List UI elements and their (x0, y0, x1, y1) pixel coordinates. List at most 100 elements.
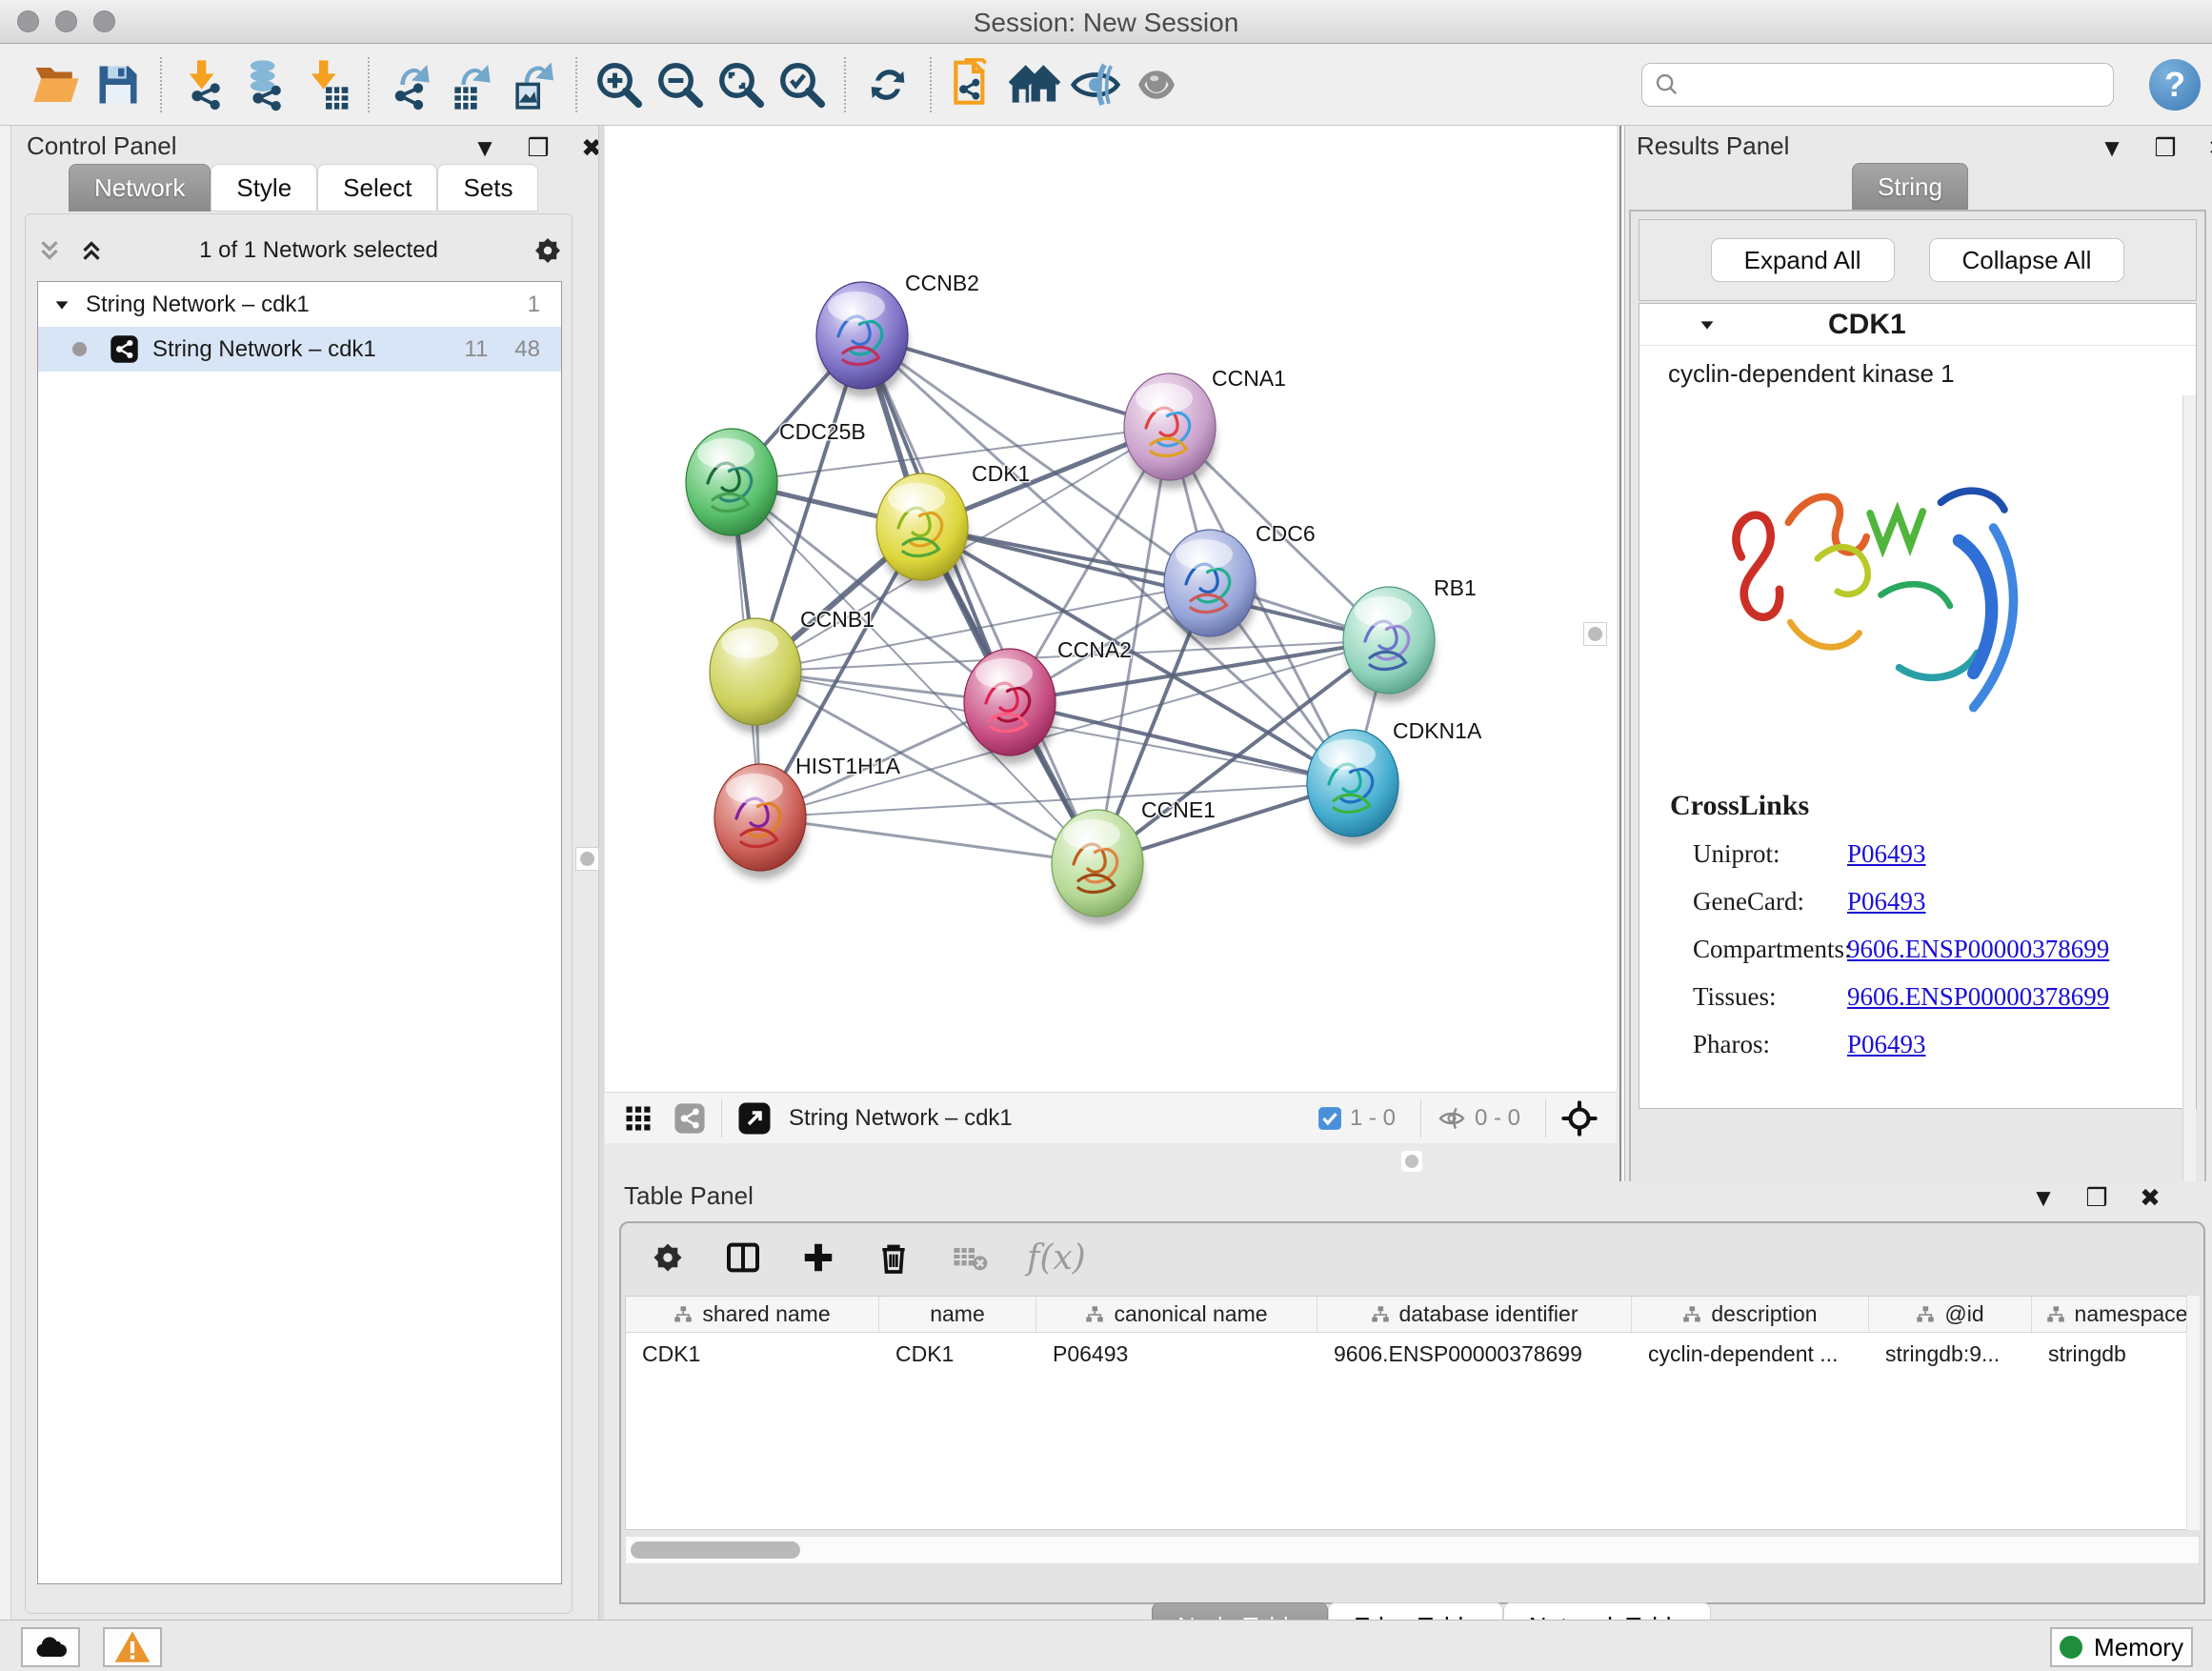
table-vertical-scrollbar[interactable] (2186, 1296, 2200, 1530)
zoom-in-button[interactable] (589, 54, 650, 115)
table-panel-close-button[interactable]: ✖ (2136, 1183, 2164, 1212)
column-header-name[interactable]: name (879, 1297, 1036, 1332)
protein-entry-header[interactable]: CDK1 (1639, 304, 2196, 346)
network-node-CDC6[interactable]: CDC6 (1164, 521, 1316, 645)
hide-selected-button[interactable] (1065, 54, 1126, 115)
table-cell[interactable]: CDK1 (626, 1333, 879, 1375)
tab-network[interactable]: Network (69, 164, 211, 211)
table-cell[interactable]: 9606.ENSP00000378699 (1317, 1333, 1632, 1375)
import-network-file-button[interactable] (173, 54, 234, 115)
scrollbar-thumb[interactable] (631, 1541, 800, 1559)
table-cell[interactable]: stringdb (2032, 1333, 2200, 1375)
network-node-CCNB1[interactable]: CCNB1 (710, 607, 875, 734)
network-row[interactable]: String Network – cdk1 11 48 (38, 327, 561, 372)
network-edge[interactable] (1010, 702, 1353, 783)
export-table-button[interactable] (442, 54, 503, 115)
column-header-canonical-name[interactable]: canonical name (1036, 1297, 1317, 1332)
network-edge[interactable] (760, 817, 1097, 863)
open-session-button[interactable] (27, 54, 88, 115)
results-scrollbar[interactable] (2182, 395, 2196, 1201)
table-row[interactable]: CDK1CDK1P064939606.ENSP00000378699cyclin… (626, 1333, 2199, 1375)
help-button[interactable]: ? (2149, 59, 2201, 111)
entry-disclosure-triangle-icon[interactable] (1697, 314, 1718, 335)
crosslink-link[interactable]: 9606.ENSP00000378699 (1847, 935, 2109, 964)
add-column-icon[interactable] (800, 1239, 836, 1276)
table-cell[interactable]: stringdb:9... (1869, 1333, 2032, 1375)
crosslink-link[interactable]: P06493 (1847, 839, 1926, 869)
search-field[interactable] (1641, 63, 2114, 107)
tab-select[interactable]: Select (317, 164, 437, 211)
network-node-RB1[interactable]: RB1 (1343, 575, 1477, 702)
export-image-button[interactable] (503, 54, 564, 115)
control-panel-float-button[interactable]: ▼ (471, 133, 499, 162)
network-node-CCNE1[interactable]: CCNE1 (1052, 797, 1216, 925)
crosslink-link[interactable]: P06493 (1847, 1030, 1926, 1059)
network-edge[interactable] (862, 335, 1097, 863)
home-layout-button[interactable] (1004, 54, 1065, 115)
birdseye-navigator-icon[interactable] (1561, 1100, 1598, 1137)
export-network-button[interactable] (381, 54, 442, 115)
warnings-button[interactable] (103, 1627, 162, 1667)
tab-sets[interactable]: Sets (437, 164, 538, 211)
search-input[interactable] (1680, 67, 2113, 103)
save-session-button[interactable] (88, 54, 149, 115)
selected-checkbox-icon[interactable] (1317, 1106, 1342, 1131)
network-collection-row[interactable]: String Network – cdk1 1 (38, 282, 561, 327)
cloud-status-button[interactable] (21, 1627, 80, 1667)
crosslink-link[interactable]: P06493 (1847, 887, 1926, 916)
network-node-HIST1H1A[interactable]: HIST1H1A (714, 754, 901, 879)
crosslink-link[interactable]: 9606.ENSP00000378699 (1847, 982, 2109, 1012)
results-panel-close-button[interactable]: ✖ (2204, 133, 2212, 162)
detach-view-icon[interactable] (737, 1101, 772, 1136)
horizontal-splitter-handle[interactable] (1401, 1151, 1422, 1172)
column-header-description[interactable]: description (1632, 1297, 1869, 1332)
clone-network-button[interactable] (943, 54, 1004, 115)
import-network-database-button[interactable] (234, 54, 295, 115)
results-panel-float-button[interactable]: ▼ (2098, 133, 2126, 162)
show-columns-icon[interactable] (724, 1238, 762, 1277)
network-node-CDC25B[interactable]: CDC25B (686, 419, 866, 544)
table-panel-maximize-button[interactable]: ❒ (2082, 1183, 2111, 1212)
table-panel-float-button[interactable]: ▼ (2029, 1183, 2058, 1212)
import-table-file-button[interactable] (295, 54, 356, 115)
network-edge[interactable] (862, 335, 1170, 427)
left-splitter[interactable] (598, 126, 604, 1620)
grid-view-icon[interactable] (624, 1104, 653, 1133)
network-node-CDK1[interactable]: CDK1 (876, 461, 1030, 589)
network-node-CCNA1[interactable]: CCNA1 (1124, 366, 1286, 489)
network-options-gear-icon[interactable] (532, 234, 564, 267)
network-node-CCNB2[interactable]: CCNB2 (816, 271, 979, 397)
collapse-all-chevron-icon[interactable] (35, 236, 64, 265)
right-splitter-handle[interactable] (1583, 622, 1607, 646)
column-header-database-identifier[interactable]: database identifier (1317, 1297, 1632, 1332)
expand-all-chevron-icon[interactable] (77, 236, 106, 265)
column-header-namespace[interactable]: namespace (2032, 1297, 2200, 1332)
table-horizontal-scrollbar[interactable] (625, 1536, 2200, 1564)
network-node-CDKN1A[interactable]: CDKN1A (1307, 718, 1482, 845)
collapse-all-button[interactable]: Collapse All (1929, 238, 2125, 282)
column-header--id[interactable]: @id (1869, 1297, 2032, 1332)
table-cell[interactable]: cyclin-dependent ... (1632, 1333, 1869, 1375)
refresh-view-button[interactable] (857, 54, 918, 115)
zoom-fit-button[interactable] (711, 54, 772, 115)
left-splitter-handle[interactable] (575, 847, 599, 871)
results-panel-maximize-button[interactable]: ❒ (2151, 133, 2180, 162)
network-graph[interactable]: CCNB2CCNA1CDC25BCDK1CDC6RB1CCNB1CCNA2CDK… (605, 126, 1617, 1092)
delete-column-icon[interactable] (875, 1238, 913, 1277)
zoom-out-button[interactable] (650, 54, 711, 115)
expand-all-button[interactable]: Expand All (1711, 238, 1895, 282)
memory-button[interactable]: Memory (2050, 1627, 2193, 1667)
share-view-icon[interactable] (674, 1102, 706, 1135)
show-all-button[interactable] (1126, 54, 1187, 115)
column-header-shared-name[interactable]: shared name (626, 1297, 879, 1332)
table-cell[interactable]: CDK1 (879, 1333, 1036, 1375)
zoom-selected-button[interactable] (772, 54, 833, 115)
tab-style[interactable]: Style (211, 164, 317, 211)
table-options-gear-icon[interactable] (650, 1239, 686, 1276)
tab-string[interactable]: String (1852, 163, 1968, 211)
control-panel-maximize-button[interactable]: ❒ (524, 133, 553, 162)
disclosure-triangle-icon[interactable] (51, 294, 72, 315)
hidden-eye-slash-icon[interactable] (1437, 1103, 1467, 1134)
table-cell[interactable]: P06493 (1036, 1333, 1317, 1375)
network-canvas[interactable]: CCNB2CCNA1CDC25BCDK1CDC6RB1CCNB1CCNA2CDK… (605, 126, 1617, 1092)
